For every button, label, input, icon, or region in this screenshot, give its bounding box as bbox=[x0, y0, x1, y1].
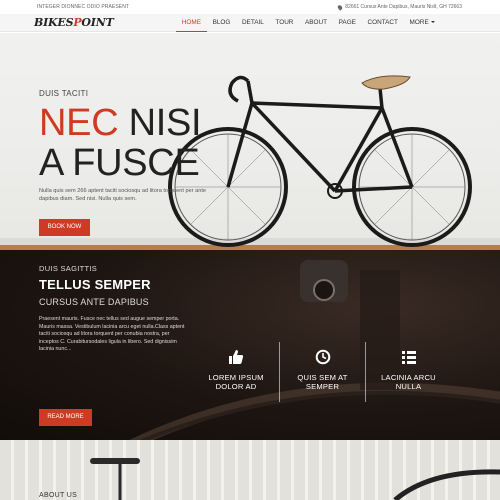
chevron-down-icon bbox=[430, 21, 435, 24]
feature-list: LOREM IPSUM DOLOR AD QUIS SEM AT SEMPER LA… bbox=[193, 342, 453, 402]
book-now-button[interactable]: BOOK NOW bbox=[39, 219, 90, 236]
nav-item-about[interactable]: ABOUT bbox=[299, 14, 333, 32]
services-subtitle: CURSUS ANTE DAPIBUS bbox=[39, 297, 149, 307]
feature-item[interactable]: QUIS SEM AT SEMPER bbox=[279, 342, 365, 402]
feature-item[interactable]: LACINIA ARCU NULLA bbox=[365, 342, 451, 402]
services-title: TELLUS SEMPER bbox=[39, 277, 151, 292]
top-bar: INTEGER DIONNEC ODIO PRAESENT 82661 Curs… bbox=[0, 0, 500, 14]
about-section: ABOUT US bbox=[0, 440, 500, 500]
list-icon bbox=[366, 347, 451, 367]
hero-headline: NEC NISI A FUSCE bbox=[39, 103, 211, 183]
main-navbar: BIKESPOINT HOME BLOG DETAIL TOUR ABOUT P… bbox=[0, 14, 500, 32]
map-pin-icon bbox=[337, 3, 344, 11]
bicycle-wall-image bbox=[90, 458, 500, 500]
hero-headline-rest: NISI bbox=[118, 102, 202, 144]
top-address: 82661 Cursus Ante Dapibus, Mauris Nislt,… bbox=[337, 3, 462, 11]
nav-item-more[interactable]: MORE bbox=[404, 14, 441, 32]
nav-item-blog[interactable]: BLOG bbox=[207, 14, 236, 32]
services-text: DUIS SAGITTIS TELLUS SEMPER CURSUS ANTE … bbox=[39, 264, 189, 354]
nav-item-home[interactable]: HOME bbox=[176, 14, 207, 32]
nav-item-detail[interactable]: DETAIL bbox=[236, 14, 270, 32]
feature-label-line1: QUIS SEM AT bbox=[297, 373, 348, 382]
clock-icon bbox=[280, 347, 365, 367]
about-heading: ABOUT US bbox=[39, 492, 78, 499]
nav-item-contact[interactable]: CONTACT bbox=[362, 14, 404, 32]
hero-description: Nulla quis sem 266 aptent taciti sociosq… bbox=[39, 188, 206, 202]
feature-item[interactable]: LOREM IPSUM DOLOR AD bbox=[193, 342, 279, 402]
hero-text: DUIS TACITI NEC NISI A FUSCE Nulla quis … bbox=[39, 89, 211, 203]
feature-label-line1: LACINIA ARCU bbox=[381, 373, 436, 382]
thumbs-up-icon bbox=[193, 347, 279, 367]
nav-item-more-label: MORE bbox=[409, 19, 429, 26]
hero-headline-accent: NEC bbox=[39, 102, 119, 144]
hero-headline-line2: A FUSCE bbox=[39, 142, 200, 184]
services-kicker: DUIS SAGITTIS bbox=[39, 264, 98, 273]
feature-label-line2: DOLOR AD bbox=[215, 382, 257, 391]
top-tagline: INTEGER DIONNEC ODIO PRAESENT bbox=[37, 4, 130, 10]
feature-label-line2: SEMPER bbox=[305, 382, 340, 391]
nav-item-tour[interactable]: TOUR bbox=[270, 14, 300, 32]
hero-section: DUIS TACITI NEC NISI A FUSCE Nulla quis … bbox=[0, 33, 500, 250]
logo-text-part2: OINT bbox=[81, 16, 114, 29]
nav-item-page[interactable]: PAGE bbox=[333, 14, 362, 32]
logo-text-part1: BIKES bbox=[34, 16, 74, 29]
hero-kicker: DUIS TACITI bbox=[39, 89, 89, 98]
feature-label-line1: LOREM IPSUM bbox=[208, 373, 264, 382]
services-description: Praesent mauris. Fusce nec tellus sed au… bbox=[39, 316, 185, 353]
feature-label-line2: NULLA bbox=[395, 382, 422, 391]
site-logo[interactable]: BIKESPOINT bbox=[34, 16, 114, 29]
read-more-button[interactable]: READ MORE bbox=[39, 409, 92, 426]
nav-menu: HOME BLOG DETAIL TOUR ABOUT PAGE CONTACT… bbox=[176, 14, 441, 32]
services-section: DUIS SAGITTIS TELLUS SEMPER CURSUS ANTE … bbox=[0, 250, 500, 440]
address-text: 82661 Cursus Ante Dapibus, Mauris Nislt,… bbox=[345, 4, 462, 10]
